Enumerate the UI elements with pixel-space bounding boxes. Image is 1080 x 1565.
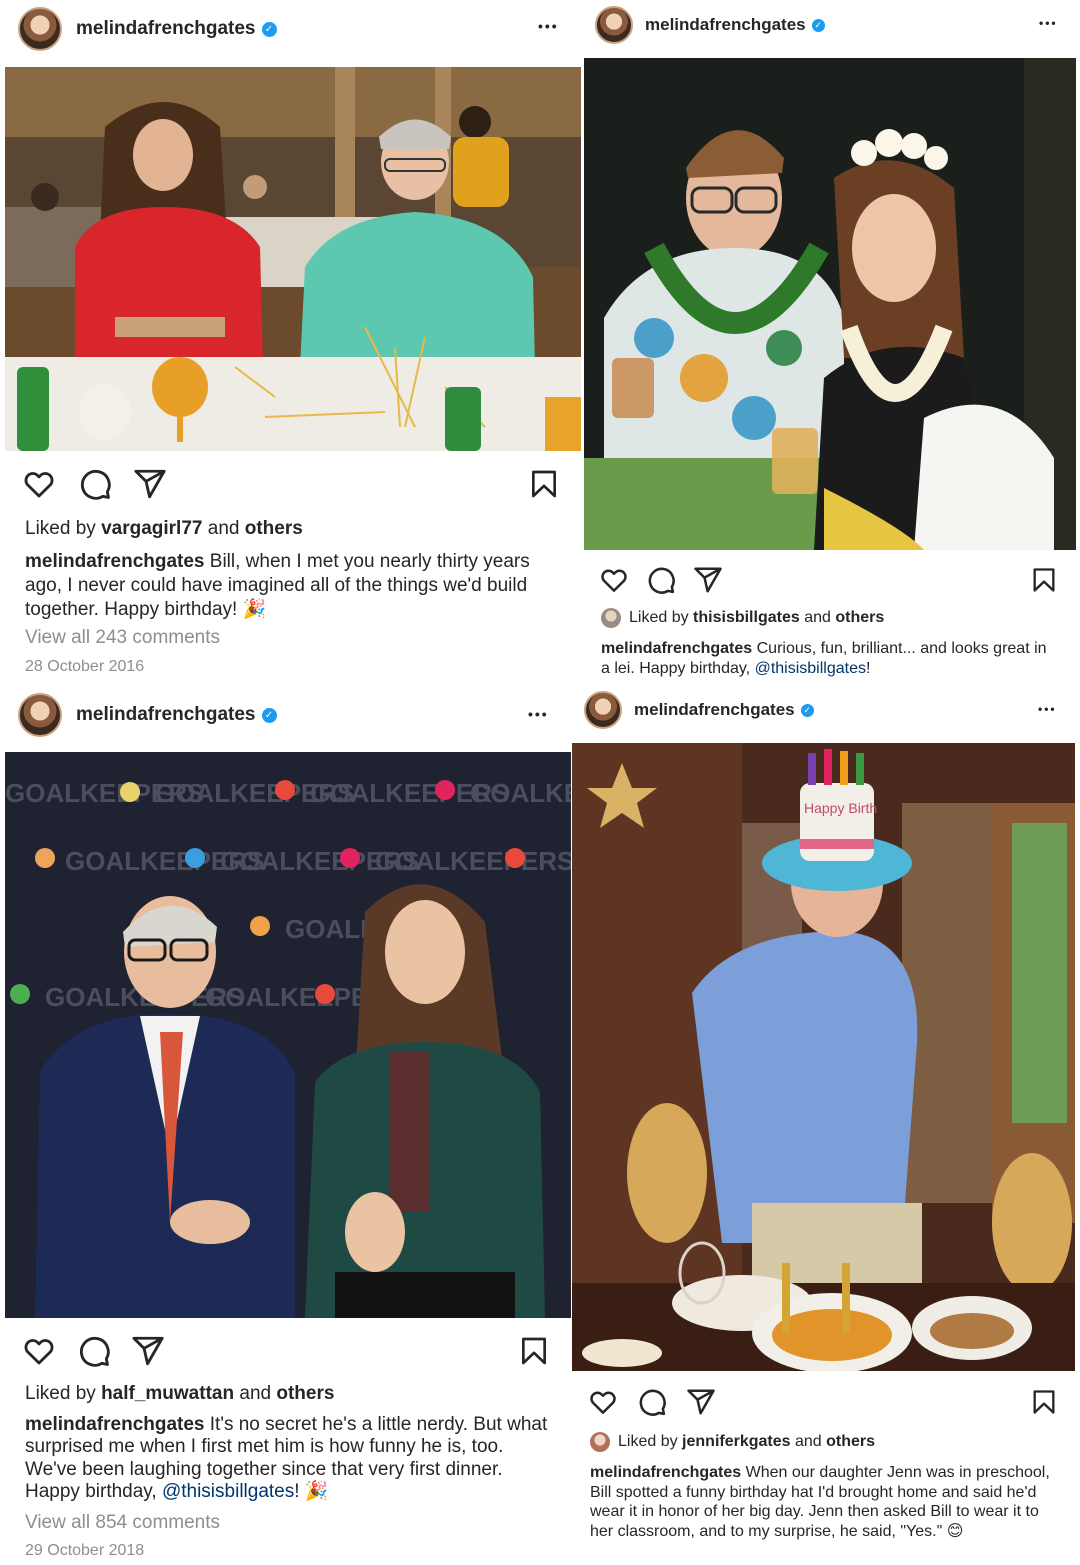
caption-username-link[interactable]: melindafrenchgates xyxy=(590,1464,741,1481)
backdrop-text: GOALKEEPERS xyxy=(470,778,571,808)
post-actions xyxy=(572,1385,1080,1417)
post-photo: Happy Birth xyxy=(572,743,1075,1371)
verified-badge-icon: ✓ xyxy=(800,703,814,717)
liker-avatar xyxy=(601,608,621,628)
likes-line: Liked by vargagirl77 and others xyxy=(25,518,303,540)
likes-and: and xyxy=(804,609,831,627)
mention-link[interactable]: @thisisbillgates xyxy=(755,660,866,677)
post-header: melindafrenchgates ✓ xyxy=(0,692,572,738)
likes-line: Liked by jenniferkgates and others xyxy=(590,1432,875,1452)
caption-username-link[interactable]: melindafrenchgates xyxy=(25,551,205,572)
profile-avatar[interactable] xyxy=(584,691,622,729)
likes-others-link[interactable]: others xyxy=(835,609,884,626)
likes-prefix: Liked by xyxy=(25,518,96,539)
username-link[interactable]: melindafrenchgates xyxy=(634,700,795,720)
more-options-icon[interactable]: ••• xyxy=(528,706,549,722)
post-actions xyxy=(0,465,580,505)
post-date: 29 October 2018 xyxy=(25,1542,145,1559)
liked-by-user-link[interactable]: vargagirl77 xyxy=(101,518,202,539)
party-popper-emoji: 🎉 xyxy=(304,1481,329,1503)
comment-icon[interactable] xyxy=(78,467,112,501)
post-1: melindafrenchgates ✓ ••• Liked by vargag… xyxy=(0,0,581,690)
post-header: melindafrenchgates ✓ xyxy=(572,690,1080,730)
likes-others-link[interactable]: others xyxy=(245,518,303,539)
post-2: melindafrenchgates ✓ ••• Liked by thisis… xyxy=(582,0,1080,690)
share-icon[interactable] xyxy=(133,467,167,501)
heart-icon[interactable] xyxy=(599,565,629,595)
heart-icon[interactable] xyxy=(588,1387,618,1417)
smiling-face-emoji: 😊 xyxy=(946,1522,964,1540)
likes-and: and xyxy=(207,518,240,539)
comment-icon[interactable] xyxy=(637,1387,667,1417)
profile-avatar[interactable] xyxy=(18,693,62,737)
verified-badge-icon: ✓ xyxy=(811,18,825,32)
share-icon[interactable] xyxy=(686,1387,716,1417)
mention-link[interactable]: @thisisbillgates xyxy=(162,1481,294,1502)
caption: melindafrenchgates Curious, fun, brillia… xyxy=(601,639,1051,678)
caption-after: ! xyxy=(865,659,871,677)
more-options-icon[interactable]: ••• xyxy=(1039,16,1058,30)
bookmark-icon[interactable] xyxy=(518,1334,550,1368)
post-actions xyxy=(0,1332,572,1372)
post-header: melindafrenchgates ✓ xyxy=(582,4,1080,46)
liked-by-user-link[interactable]: thisisbillgates xyxy=(693,609,800,626)
bookmark-icon[interactable] xyxy=(1030,565,1058,595)
post-4: melindafrenchgates ✓ ••• Happy Birth Lik… xyxy=(572,690,1080,1565)
likes-prefix: Liked by xyxy=(25,1383,96,1404)
heart-icon[interactable] xyxy=(22,1334,56,1368)
post-photo: GOALKEEPERS GOALKEEPERS GOALKEEPERS GOAL… xyxy=(5,752,571,1318)
username-link[interactable]: melindafrenchgates xyxy=(645,15,806,35)
profile-avatar[interactable] xyxy=(595,6,633,44)
caption: melindafrenchgates It's no secret he's a… xyxy=(25,1414,560,1504)
more-options-icon[interactable]: ••• xyxy=(538,18,559,34)
bookmark-icon[interactable] xyxy=(1030,1387,1058,1417)
likes-prefix: Liked by xyxy=(618,1433,678,1451)
likes-and: and xyxy=(794,1433,822,1451)
caption-username-link[interactable]: melindafrenchgates xyxy=(601,640,752,657)
comment-icon[interactable] xyxy=(77,1334,111,1368)
backdrop-text: GOALKEEPERS xyxy=(375,846,571,876)
more-options-icon[interactable]: ••• xyxy=(1038,702,1057,716)
view-comments-link[interactable]: View all 854 comments xyxy=(25,1512,220,1534)
bookmark-icon[interactable] xyxy=(528,467,560,501)
post-date: 28 October 2016 xyxy=(25,658,145,675)
post-photo xyxy=(5,67,581,451)
comment-icon[interactable] xyxy=(646,565,676,595)
likes-others-link[interactable]: others xyxy=(826,1433,875,1450)
share-icon[interactable] xyxy=(693,565,723,595)
liked-by-user-link[interactable]: half_muwattan xyxy=(101,1383,234,1404)
likes-and: and xyxy=(239,1383,272,1404)
post-photo xyxy=(584,58,1076,550)
caption: melindafrenchgates When our daughter Jen… xyxy=(590,1463,1060,1541)
likes-prefix: Liked by xyxy=(629,609,689,627)
liker-avatar xyxy=(590,1432,610,1452)
caption-username-link[interactable]: melindafrenchgates xyxy=(25,1414,205,1435)
party-popper-emoji: 🎉 xyxy=(242,598,267,620)
share-icon[interactable] xyxy=(131,1334,165,1368)
post-header: melindafrenchgates ✓ xyxy=(0,6,580,52)
verified-badge-icon: ✓ xyxy=(261,707,277,723)
profile-avatar[interactable] xyxy=(18,7,62,51)
likes-others-link[interactable]: others xyxy=(276,1383,334,1404)
post-actions xyxy=(582,563,1080,595)
post-3: melindafrenchgates ✓ ••• GOALKEEPERS GOA… xyxy=(0,690,572,1565)
view-comments-link[interactable]: View all 243 comments xyxy=(25,627,220,649)
caption-after: ! xyxy=(294,1481,300,1503)
likes-line: Liked by thisisbillgates and others xyxy=(601,608,884,628)
liked-by-user-link[interactable]: jenniferkgates xyxy=(682,1433,790,1450)
heart-icon[interactable] xyxy=(22,467,56,501)
username-link[interactable]: melindafrenchgates xyxy=(76,704,256,726)
verified-badge-icon: ✓ xyxy=(261,21,277,37)
likes-line: Liked by half_muwattan and others xyxy=(25,1383,334,1405)
caption: melindafrenchgates Bill, when I met you … xyxy=(25,550,565,622)
hat-text: Happy Birth xyxy=(804,800,877,816)
username-link[interactable]: melindafrenchgates xyxy=(76,18,256,40)
